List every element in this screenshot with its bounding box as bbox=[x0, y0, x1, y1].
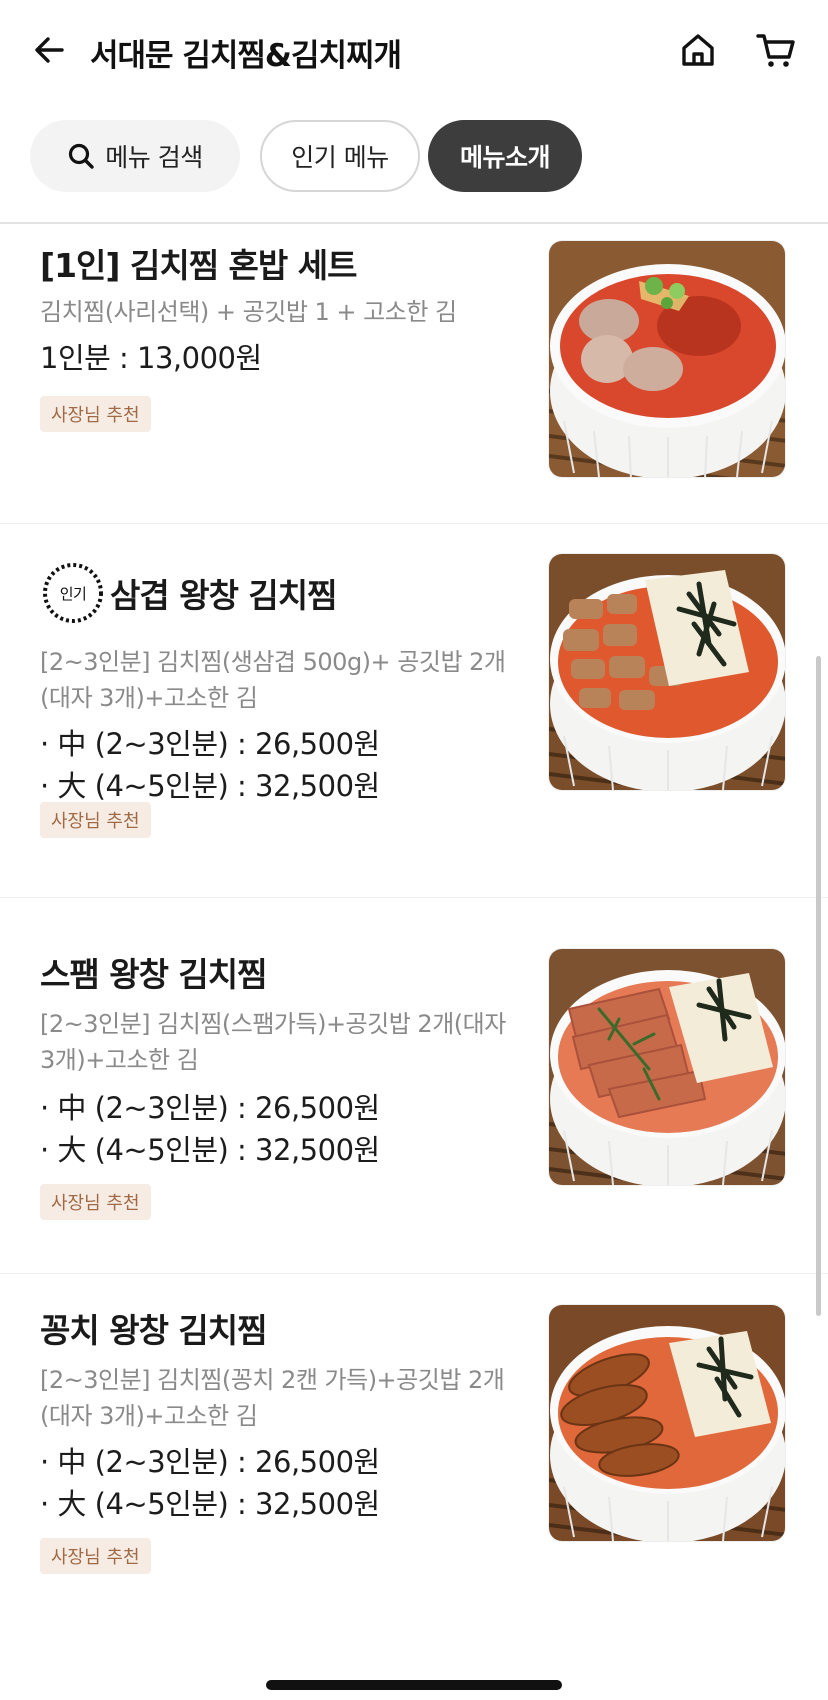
menu-item-name: 스팸 왕창 김치찜 bbox=[40, 955, 267, 994]
menu-item-description: 김치찜(사리선택) + 공깃밥 1 + 고소한 김 bbox=[40, 298, 457, 326]
menu-search-button[interactable]: 메뉴 검색 bbox=[30, 120, 240, 192]
home-button[interactable] bbox=[676, 28, 720, 72]
menu-intro-chip[interactable]: 메뉴소개 bbox=[428, 120, 582, 192]
menu-item-description: [2~3인분] 김치찜(스팸가득)+공깃밥 2개(대자 3개)+고소한 김 bbox=[40, 1010, 506, 1074]
top-bar: 서대문 김치찜&김치찌개 bbox=[0, 0, 828, 104]
menu-item[interactable]: 인기 삼겹 왕창 김치찜 [2~3인분] 김치찜(생삼겹 500g)+ 공깃밥 … bbox=[0, 524, 828, 898]
menu-item-description: [2~3인분] 김치찜(생삼겹 500g)+ 공깃밥 2개(대자 3개)+고소한… bbox=[40, 648, 506, 712]
menu-item-price: · 中 (2~3인분) : 26,500원 bbox=[40, 1091, 380, 1125]
arrow-left-icon bbox=[35, 37, 64, 63]
menu-item-name: 인기 삼겹 왕창 김치찜 bbox=[40, 558, 337, 628]
menu-item-price: · 大 (4~5인분) : 32,500원 bbox=[40, 1133, 380, 1167]
back-button[interactable] bbox=[30, 30, 70, 70]
menu-item-description: [2~3인분] 김치찜(꽁치 2캔 가득)+공깃밥 2개(대자 3개)+고소한 … bbox=[40, 1366, 505, 1430]
menu-item[interactable]: [1인] 김치찜 혼밥 세트 김치찜(사리선택) + 공깃밥 1 + 고소한 김… bbox=[0, 224, 828, 524]
menu-item-price: · 中 (2~3인분) : 26,500원 bbox=[40, 727, 380, 761]
menu-item-name-text: 삼겹 왕창 김치찜 bbox=[110, 576, 337, 615]
store-title: 서대문 김치찜&김치찌개 bbox=[90, 38, 402, 74]
home-icon bbox=[682, 34, 714, 66]
menu-item-price: · 大 (4~5인분) : 32,500원 bbox=[40, 1487, 380, 1521]
popular-badge: 인기 bbox=[40, 560, 106, 626]
menu-item-photo bbox=[548, 1304, 786, 1542]
search-icon bbox=[67, 142, 95, 170]
owner-recommend-tag: 사장님 추천 bbox=[40, 1184, 151, 1220]
menu-item[interactable]: 꽁치 왕창 김치찜 [2~3인분] 김치찜(꽁치 2캔 가득)+공깃밥 2개(대… bbox=[0, 1274, 828, 1700]
popular-menu-chip[interactable]: 인기 메뉴 bbox=[260, 120, 420, 192]
menu-item[interactable]: 스팸 왕창 김치찜 [2~3인분] 김치찜(스팸가득)+공깃밥 2개(대자 3개… bbox=[0, 898, 828, 1274]
owner-recommend-tag: 사장님 추천 bbox=[40, 1538, 151, 1574]
menu-item-name: [1인] 김치찜 혼밥 세트 bbox=[40, 246, 357, 285]
owner-recommend-tag: 사장님 추천 bbox=[40, 396, 151, 432]
menu-item-price: 1인분 : 13,000원 bbox=[40, 341, 262, 375]
scrollbar[interactable] bbox=[816, 656, 821, 1316]
menu-item-photo bbox=[548, 553, 786, 791]
popular-badge-label: 인기 bbox=[59, 584, 87, 603]
cart-icon bbox=[756, 34, 795, 67]
menu-item-photo bbox=[548, 948, 786, 1186]
menu-search-label: 메뉴 검색 bbox=[105, 143, 203, 172]
cart-button[interactable] bbox=[754, 28, 798, 72]
menu-item-price: · 中 (2~3인분) : 26,500원 bbox=[40, 1445, 380, 1479]
menu-item-name: 꽁치 왕창 김치찜 bbox=[40, 1311, 267, 1350]
menu-filter-chips: 메뉴 검색 인기 메뉴 메뉴소개 bbox=[0, 120, 828, 194]
home-indicator[interactable] bbox=[266, 1680, 562, 1690]
owner-recommend-tag: 사장님 추천 bbox=[40, 802, 151, 838]
menu-item-photo bbox=[548, 240, 786, 478]
